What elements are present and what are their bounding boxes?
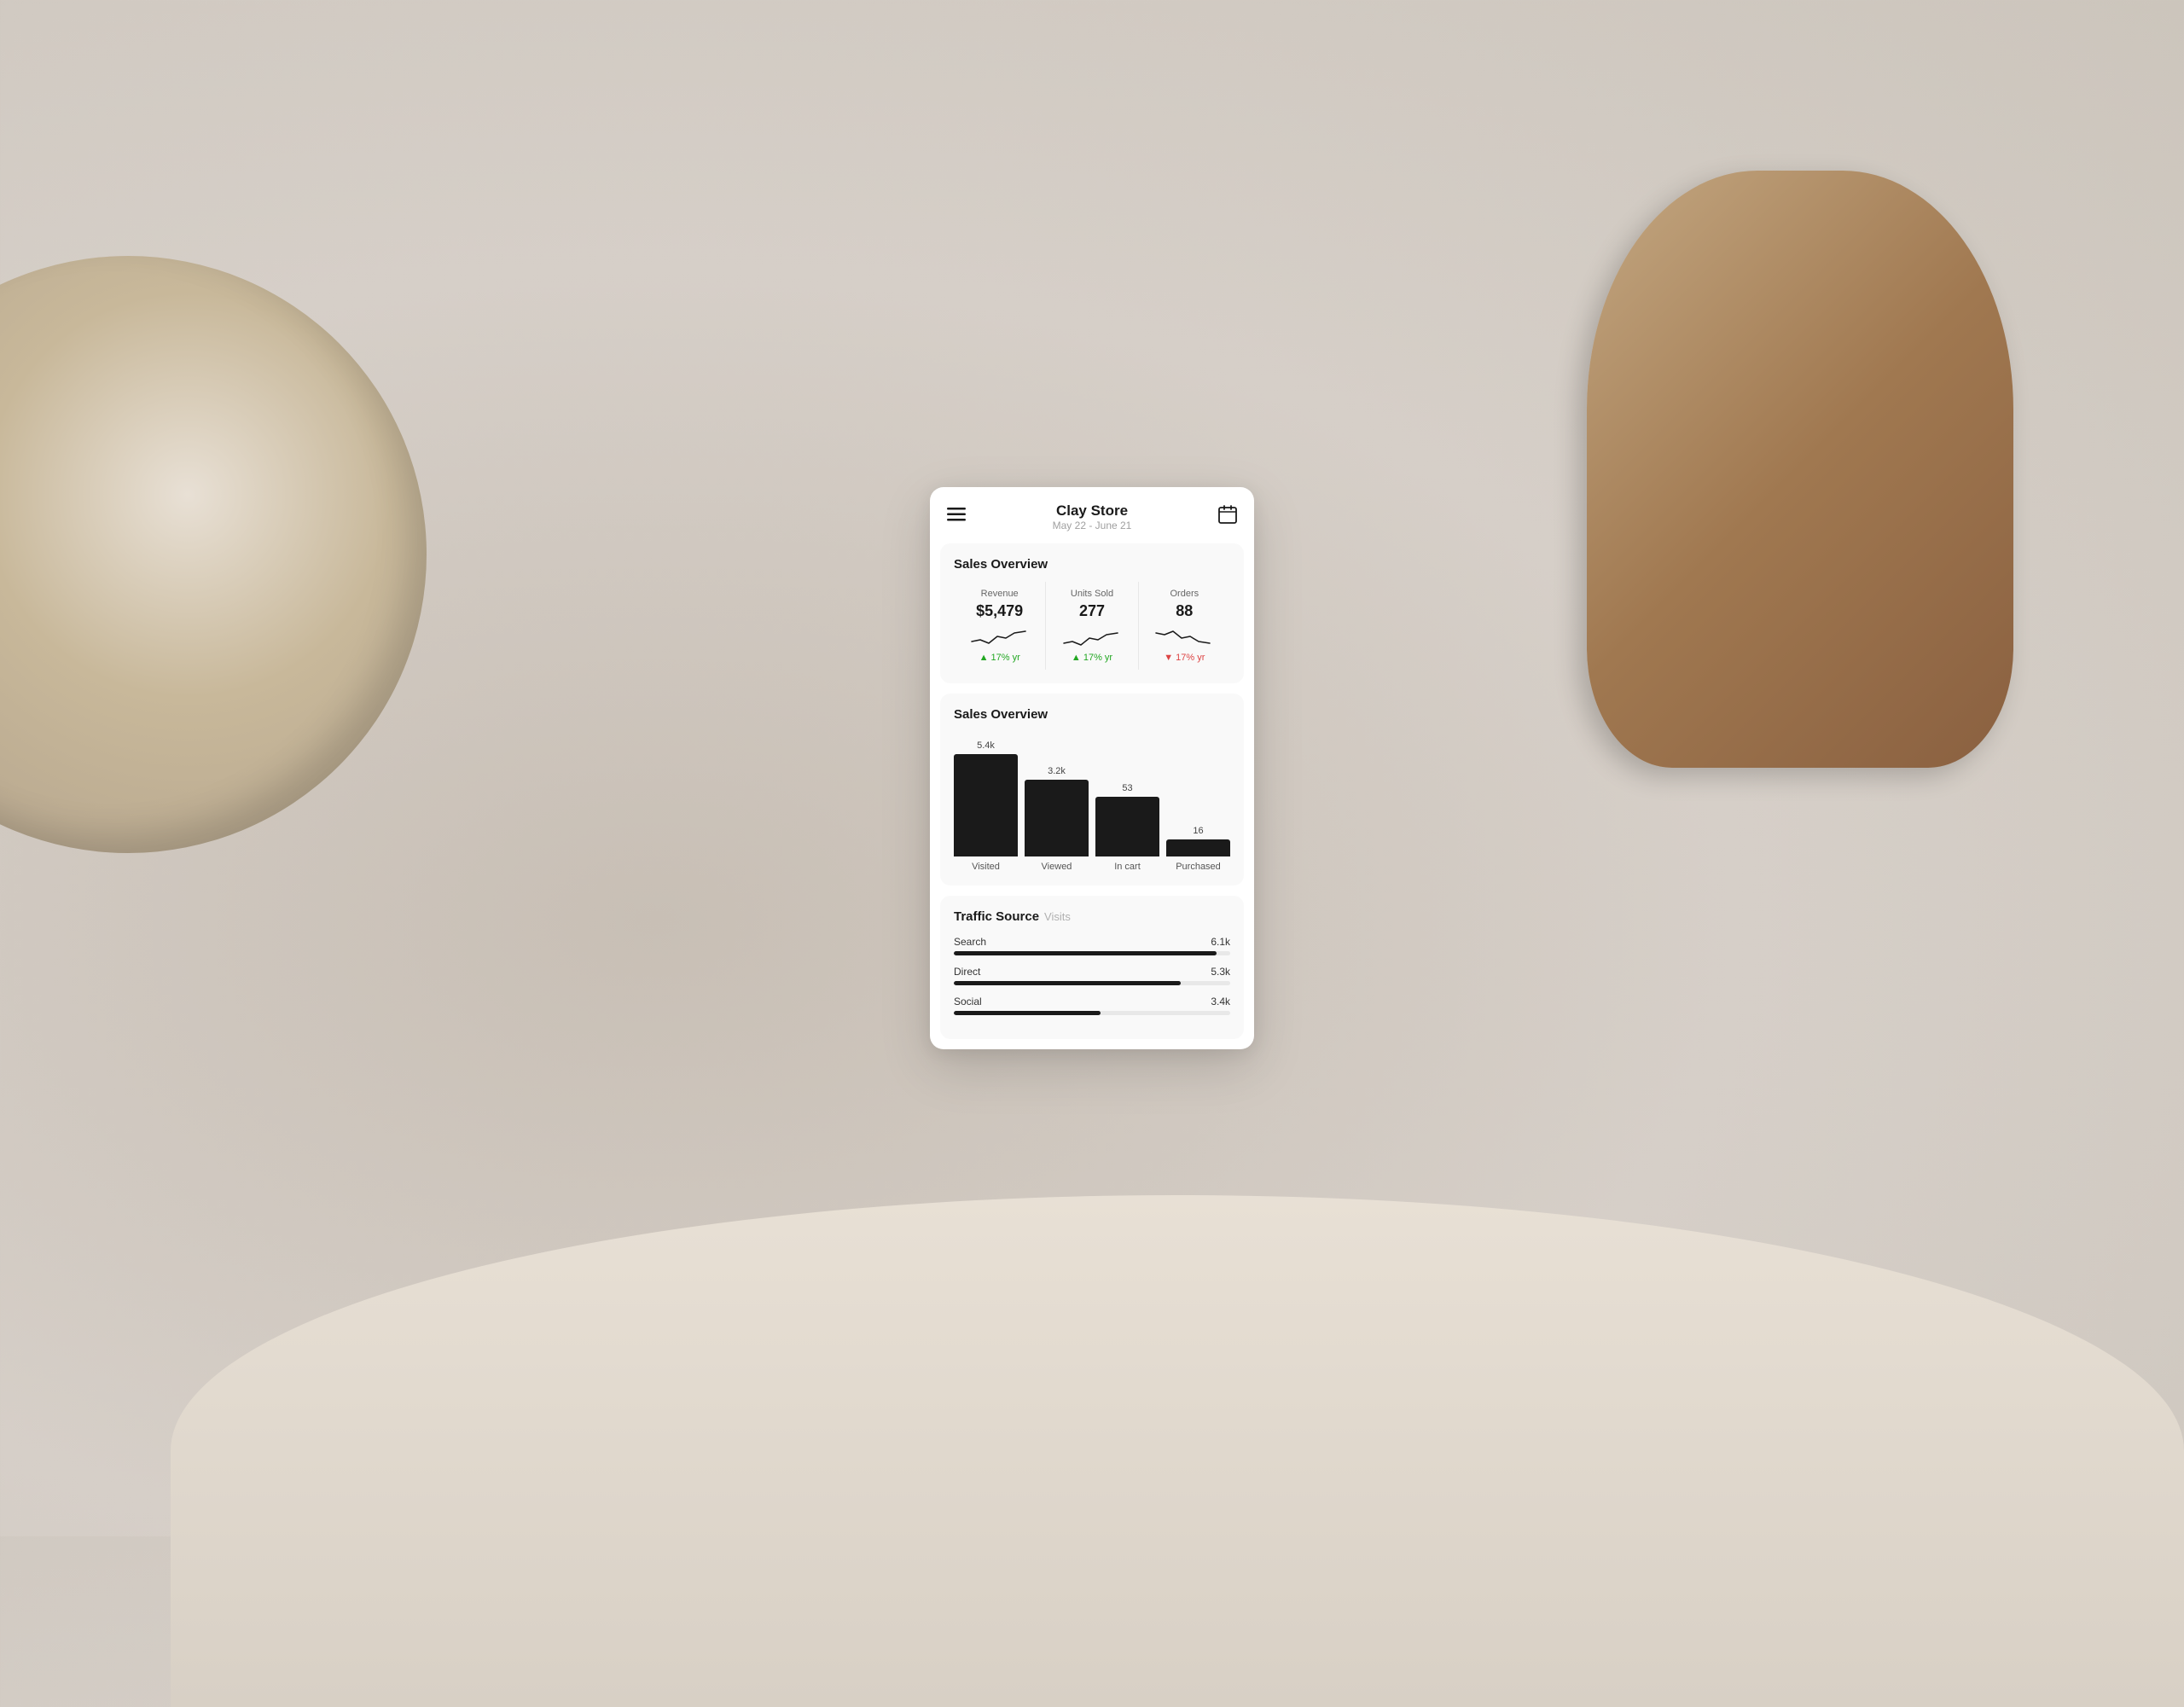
orders-sparkline xyxy=(1147,624,1222,649)
revenue-label: Revenue xyxy=(962,589,1037,599)
bg-chair-decoration xyxy=(1587,171,2013,768)
traffic-item-search: Search 6.1k xyxy=(954,936,1230,955)
bar-visited-bar xyxy=(954,754,1018,856)
traffic-social-fill xyxy=(954,1011,1101,1015)
traffic-search-header: Search 6.1k xyxy=(954,936,1230,948)
bar-viewed-bar xyxy=(1025,780,1089,856)
traffic-direct-header: Direct 5.3k xyxy=(954,966,1230,978)
phone-card: Clay Store May 22 - June 21 Sales Overvi… xyxy=(930,487,1254,1049)
traffic-social-label: Social xyxy=(954,996,982,1007)
bar-incart-top: 53 xyxy=(1122,783,1132,793)
traffic-search-track xyxy=(954,951,1230,955)
bar-purchased: 16 Purchased xyxy=(1166,826,1230,872)
traffic-tab-active[interactable]: Traffic Source xyxy=(954,909,1039,924)
date-range: May 22 - June 21 xyxy=(966,520,1218,531)
traffic-source-section: Traffic Source Visits Search 6.1k Direct… xyxy=(940,896,1244,1039)
bar-viewed-top: 3.2k xyxy=(1048,766,1066,776)
bg-bowl-decoration xyxy=(0,256,427,853)
bar-incart-bar xyxy=(1095,797,1159,856)
bar-purchased-bottom: Purchased xyxy=(1176,862,1221,872)
orders-metric: Orders 88 17% yr xyxy=(1139,582,1230,670)
revenue-metric: Revenue $5,479 17% yr xyxy=(954,582,1046,670)
traffic-social-value: 3.4k xyxy=(1211,996,1230,1007)
sales-overview-section: Sales Overview Revenue $5,479 17% yr Uni… xyxy=(940,543,1244,683)
units-sold-metric: Units Sold 277 17% yr xyxy=(1046,582,1138,670)
units-sold-change: 17% yr xyxy=(1054,653,1129,663)
revenue-change: 17% yr xyxy=(962,653,1037,663)
bar-incart: 53 In cart xyxy=(1095,783,1159,872)
units-sold-value: 277 xyxy=(1054,602,1129,620)
bar-visited: 5.4k Visited xyxy=(954,740,1018,872)
calendar-icon[interactable] xyxy=(1218,505,1237,528)
revenue-value: $5,479 xyxy=(962,602,1037,620)
traffic-search-label: Search xyxy=(954,936,986,948)
bar-visited-bottom: Visited xyxy=(972,862,1000,872)
orders-change: 17% yr xyxy=(1147,653,1222,663)
traffic-item-social: Social 3.4k xyxy=(954,996,1230,1015)
store-name: Clay Store xyxy=(966,502,1218,520)
traffic-header: Traffic Source Visits xyxy=(954,909,1230,924)
orders-label: Orders xyxy=(1147,589,1222,599)
bar-incart-bottom: In cart xyxy=(1114,862,1141,872)
bar-chart: 5.4k Visited 3.2k Viewed 53 In cart 16 P… xyxy=(954,732,1230,872)
traffic-search-value: 6.1k xyxy=(1211,936,1230,948)
metrics-row: Revenue $5,479 17% yr Units Sold 277 xyxy=(954,582,1230,670)
bar-visited-top: 5.4k xyxy=(977,740,995,751)
orders-value: 88 xyxy=(1147,602,1222,620)
bar-chart-section: Sales Overview 5.4k Visited 3.2k Viewed … xyxy=(940,694,1244,885)
traffic-tab-visits[interactable]: Visits xyxy=(1044,910,1071,923)
bar-purchased-top: 16 xyxy=(1193,826,1203,836)
traffic-social-track xyxy=(954,1011,1230,1015)
app-header: Clay Store May 22 - June 21 xyxy=(930,487,1254,543)
revenue-sparkline xyxy=(962,624,1037,649)
header-title-block: Clay Store May 22 - June 21 xyxy=(966,502,1218,531)
units-sold-sparkline xyxy=(1054,624,1129,649)
bar-chart-title: Sales Overview xyxy=(954,707,1230,722)
traffic-item-direct: Direct 5.3k xyxy=(954,966,1230,985)
traffic-direct-value: 5.3k xyxy=(1211,966,1230,978)
menu-icon[interactable] xyxy=(947,508,966,525)
traffic-direct-track xyxy=(954,981,1230,985)
traffic-search-fill xyxy=(954,951,1217,955)
bar-purchased-bar xyxy=(1166,839,1230,856)
bar-viewed: 3.2k Viewed xyxy=(1025,766,1089,872)
bg-table-decoration xyxy=(171,1195,2184,1707)
traffic-direct-label: Direct xyxy=(954,966,980,978)
units-sold-label: Units Sold xyxy=(1054,589,1129,599)
sales-overview-title: Sales Overview xyxy=(954,557,1230,572)
traffic-direct-fill xyxy=(954,981,1181,985)
traffic-social-header: Social 3.4k xyxy=(954,996,1230,1007)
bar-viewed-bottom: Viewed xyxy=(1042,862,1072,872)
